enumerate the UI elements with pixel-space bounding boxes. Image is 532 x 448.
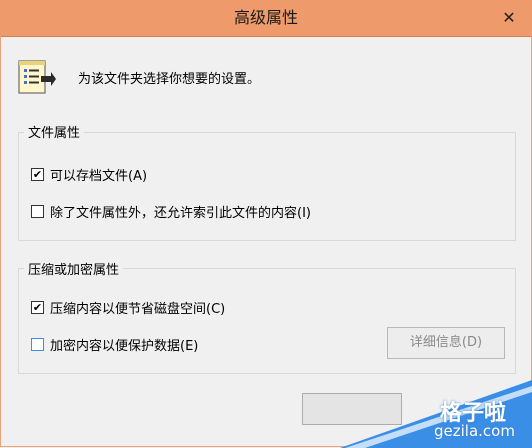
close-button[interactable]: ✕ bbox=[498, 7, 520, 29]
compress-label: 压缩内容以便节省磁盘空间(C) bbox=[50, 301, 226, 317]
encrypt-label: 加密内容以便保护数据(E) bbox=[50, 338, 199, 354]
compress-option[interactable]: 压缩内容以便节省磁盘空间(C) bbox=[31, 298, 226, 317]
file-properties-icon bbox=[18, 60, 56, 94]
window-frame bbox=[0, 36, 532, 447]
details-button[interactable]: 详细信息(D) bbox=[387, 327, 505, 359]
index-label: 除了文件属性外，还允许索引此文件的内容(I) bbox=[50, 205, 311, 221]
file-attributes-group bbox=[18, 132, 516, 241]
encrypt-option[interactable]: 加密内容以便保护数据(E) bbox=[31, 335, 199, 354]
index-option[interactable]: 除了文件属性外，还允许索引此文件的内容(I) bbox=[31, 202, 311, 221]
compress-checkbox[interactable] bbox=[31, 300, 44, 314]
ok-button[interactable] bbox=[302, 393, 402, 425]
encrypt-checkbox[interactable] bbox=[31, 337, 44, 351]
index-checkbox[interactable] bbox=[31, 204, 44, 218]
window-title: 高级属性 bbox=[233, 8, 298, 27]
file-attributes-legend: 文件属性 bbox=[24, 122, 85, 141]
archive-checkbox[interactable] bbox=[31, 167, 44, 181]
watermark-line2: gezila.com bbox=[434, 422, 515, 440]
archive-label: 可以存档文件(A) bbox=[50, 168, 148, 184]
compress-encrypt-legend: 压缩或加密属性 bbox=[24, 259, 124, 278]
header-description: 为该文件夹选择你想要的设置。 bbox=[78, 72, 261, 87]
archive-option[interactable]: 可以存档文件(A) bbox=[31, 165, 148, 184]
